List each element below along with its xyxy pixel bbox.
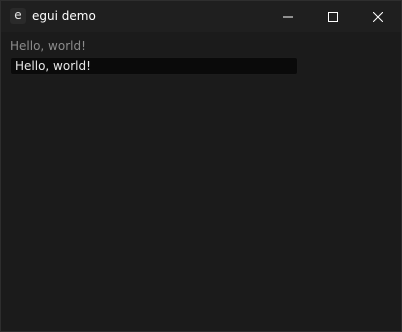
- maximize-button[interactable]: [310, 1, 356, 32]
- minimize-icon: [283, 12, 293, 22]
- text-edit-input[interactable]: [10, 57, 298, 75]
- central-panel: Hello, world!: [1, 32, 401, 331]
- hello-label: Hello, world!: [10, 39, 86, 53]
- maximize-icon: [328, 11, 338, 22]
- minimize-button[interactable]: [265, 1, 311, 32]
- close-icon: [373, 11, 383, 22]
- window-title: egui demo: [32, 9, 96, 23]
- app-icon: e: [10, 8, 26, 24]
- title-bar[interactable]: e egui demo: [1, 1, 401, 32]
- close-button[interactable]: [355, 1, 401, 32]
- app-window: e egui demo Hello, world! Hello, world!: [0, 0, 402, 332]
